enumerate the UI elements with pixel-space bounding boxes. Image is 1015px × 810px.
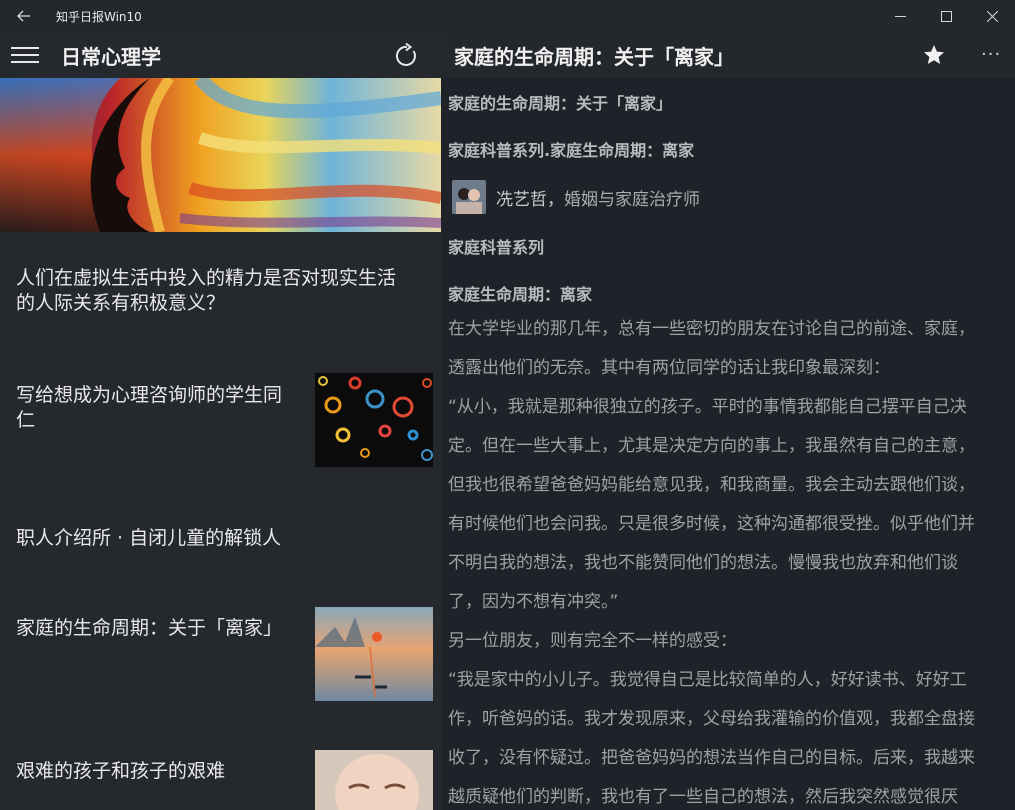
content-heading: 家庭生命周期：离家	[448, 285, 593, 304]
hero-image[interactable]	[0, 78, 441, 232]
window-title: 知乎日报Win10	[56, 9, 142, 24]
article-thumbnail[interactable]	[315, 750, 433, 810]
text-line: 在大学毕业的那几年，总有一些密切的朋友在讨论自己的前途、家庭，	[448, 319, 975, 339]
left-header: 日常心理学	[0, 32, 441, 78]
text-line: 越质疑他们的判断，我也有了一些自己的想法，然后我突然感觉很厌	[448, 787, 958, 807]
text-line: “从小，我就是那种很独立的孩子。平时的事情我都能自己摆平自己决	[448, 397, 967, 417]
avatar	[452, 180, 486, 214]
article-title-line: 的人际关系有积极意义？	[16, 292, 226, 314]
list-item[interactable]: 艰难的孩子和孩子的艰难	[16, 759, 225, 784]
hamburger-menu-icon[interactable]	[11, 45, 39, 65]
text-line: 有时候他们也会问我。只是很多时候，这种沟通都很受挫。似乎他们并	[448, 514, 975, 534]
window-controls	[877, 0, 1015, 32]
refresh-icon[interactable]	[393, 42, 421, 70]
maximize-icon[interactable]	[923, 0, 969, 32]
content-heading: 家庭的生命周期：关于「离家」	[448, 94, 673, 113]
text-line: 收了，没有怀疑过。把爸爸妈妈的想法当作自己的目标。后来，我越来	[448, 748, 975, 768]
article-detail-pane: 家庭的生命周期：关于「离家」 ··· 家庭的生命周期：关于「离家」 家庭科普系列…	[441, 32, 1015, 810]
text-line: 定。但在一些大事上，尤其是决定方向的事上，我虽然有自己的主意，	[448, 436, 975, 456]
star-icon[interactable]	[922, 43, 946, 67]
article-title-line: 人们在虚拟生活中投入的精力是否对现实生活	[16, 267, 397, 289]
list-item[interactable]: 人们在虚拟生活中投入的精力是否对现实生活 的人际关系有积极意义？	[16, 266, 396, 316]
text-line: 另一位朋友，则有完全不一样的感受：	[448, 631, 737, 651]
text-line: 不明白我的想法，我也不能赞同他们的想法。慢慢我也放弃和他们谈	[448, 553, 958, 573]
list-item[interactable]: 职人介绍所 · 自闭儿童的解锁人	[16, 526, 281, 551]
author-row: 冼艺哲， 婚姻与家庭治疗师	[452, 180, 700, 214]
article-title-line: 艰难的孩子和孩子的艰难	[16, 760, 226, 782]
list-item[interactable]: 家庭的生命周期：关于「离家」	[16, 616, 282, 641]
text-line: 作，听爸妈的话。我才发现原来，父母给我灌输的价值观，我都全盘接	[448, 709, 975, 729]
close-icon[interactable]	[969, 0, 1015, 32]
article-list-pane: 日常心理学 人们在虚拟生活中投入的精力是否对现实生活 的人际关系有积极意义？ 写…	[0, 32, 441, 810]
text-line: 了，因为不想有冲突。”	[448, 592, 619, 612]
section-title: 日常心理学	[61, 44, 161, 69]
content-heading: 家庭科普系列.家庭生命周期：离家	[448, 141, 695, 160]
more-icon[interactable]: ···	[981, 44, 1001, 65]
article-title-line: 仁	[16, 409, 36, 431]
list-item[interactable]: 写给想成为心理咨询师的学生同 仁	[16, 383, 306, 433]
article-title-line: 写给想成为心理咨询师的学生同	[16, 384, 283, 406]
article-title-line: 职人介绍所 · 自闭儿童的解锁人	[16, 527, 282, 549]
text-line: 但我也很希望爸爸妈妈能给意见我，和我商量。我会主动去跟他们谈，	[448, 475, 975, 495]
minimize-icon[interactable]	[877, 0, 923, 32]
author-bio: 婚姻与家庭治疗师	[564, 189, 700, 210]
article-title-line: 家庭的生命周期：关于「离家」	[16, 617, 283, 639]
article-thumbnail[interactable]	[315, 607, 433, 701]
text-line: 透露出他们的无奈。其中有两位同学的话让我印象最深刻：	[448, 358, 890, 378]
right-header: 家庭的生命周期：关于「离家」 ···	[441, 32, 1015, 78]
title-bar: 知乎日报Win10	[0, 0, 1015, 32]
article-thumbnail[interactable]	[315, 373, 433, 467]
back-arrow-icon[interactable]	[0, 0, 48, 32]
article-paragraphs: 在大学毕业的那几年，总有一些密切的朋友在讨论自己的前途、家庭， 透露出他们的无奈…	[448, 310, 996, 810]
author-name: 冼艺哲，	[496, 189, 564, 210]
text-line: “我是家中的小儿子。我觉得自己是比较简单的人，好好读书、好好工	[448, 670, 967, 690]
article-title: 家庭的生命周期：关于「离家」	[454, 44, 734, 69]
content-heading: 家庭科普系列	[448, 238, 545, 257]
